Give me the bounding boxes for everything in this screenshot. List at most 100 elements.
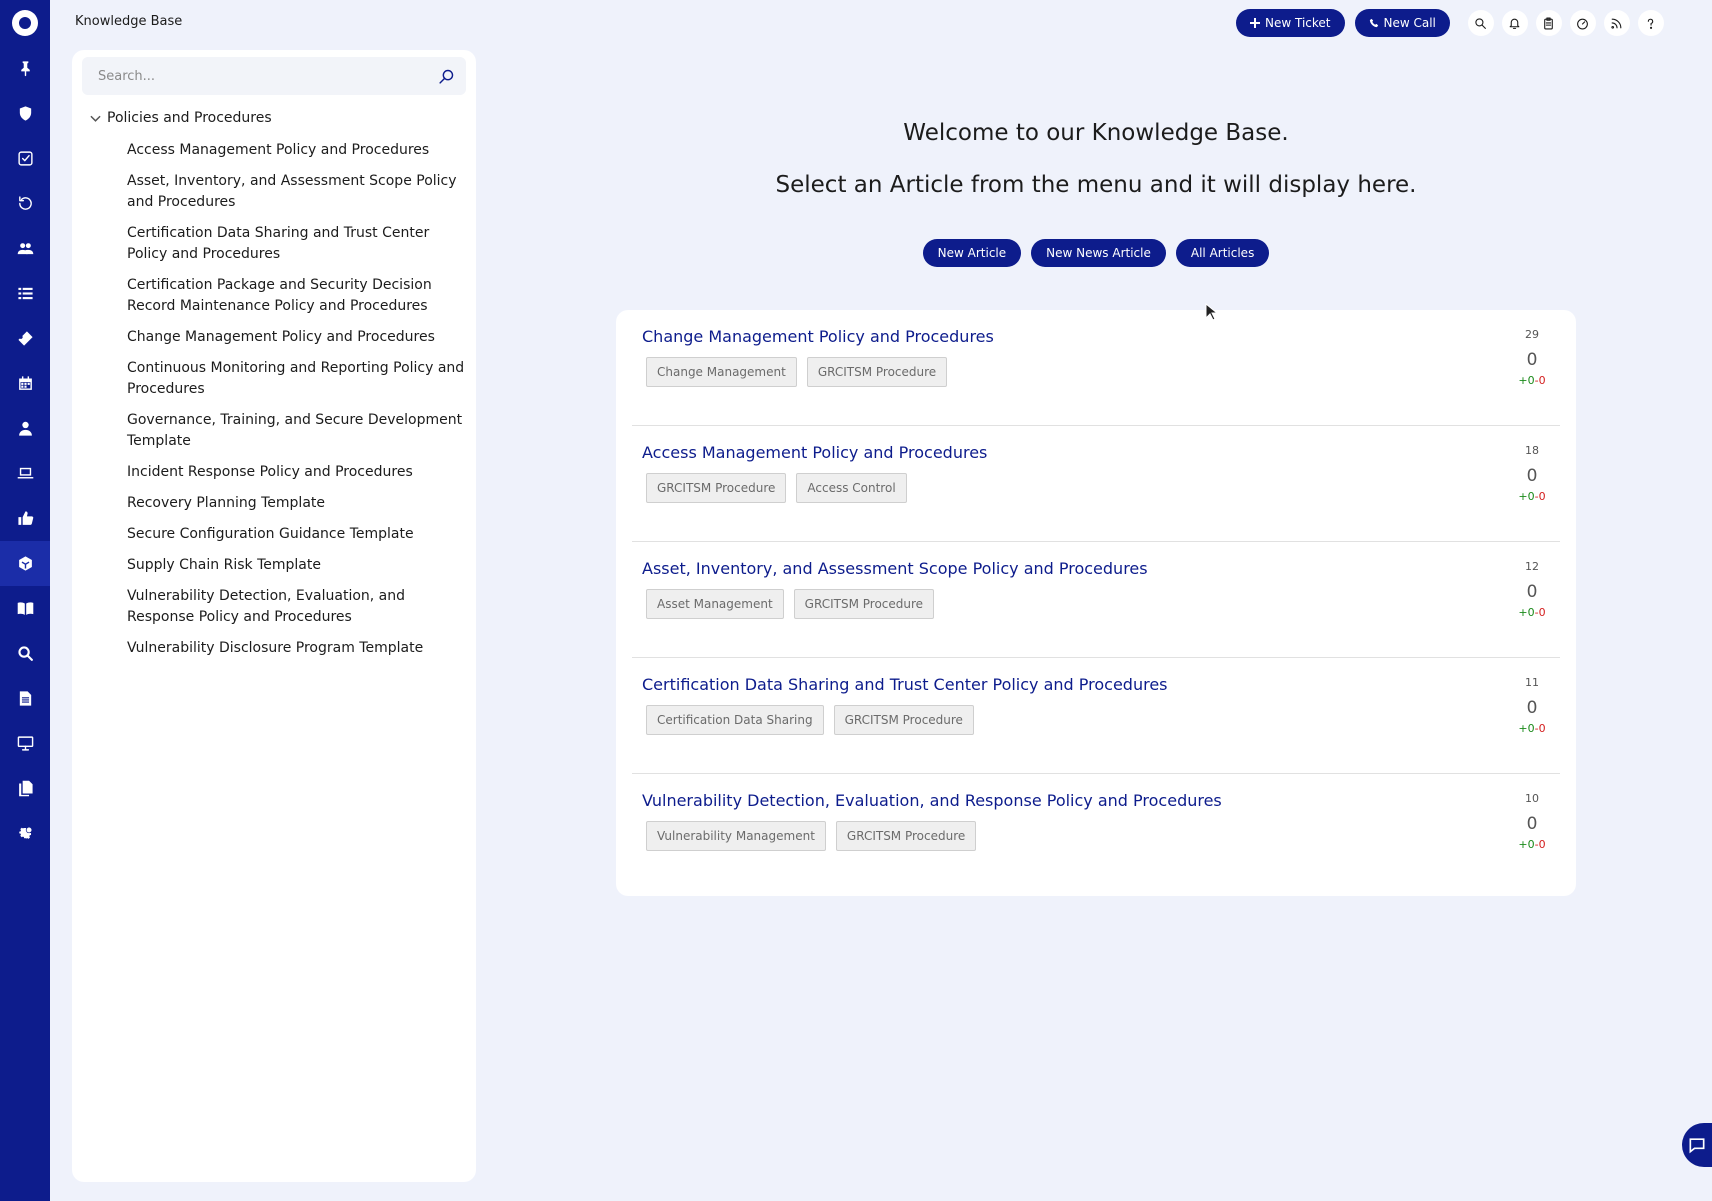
rail-item-calendar[interactable] (0, 361, 50, 406)
popular-articles-list: Change Management Policy and Procedures … (616, 310, 1576, 896)
chat-icon (1689, 1138, 1705, 1154)
article-tag[interactable]: Asset Management (646, 589, 784, 619)
article-row: Access Management Policy and Procedures … (632, 426, 1560, 542)
rail-item-monitor[interactable] (0, 721, 50, 766)
article-actions: New Article New News Article All Article… (616, 239, 1576, 267)
article-stats: 29 0 +0-0 (1512, 328, 1552, 387)
instruction-heading: Select an Article from the menu and it w… (775, 172, 1417, 198)
thumbs-up-icon (17, 511, 33, 525)
article-tag[interactable]: GRCITSM Procedure (806, 357, 948, 387)
checkbox-icon (17, 151, 33, 166)
article-score: 0 (1526, 698, 1538, 718)
article-view-count: 12 (1525, 560, 1539, 573)
article-votes: +0-0 (1512, 606, 1552, 619)
tree-article-item[interactable]: Certification Package and Security Decis… (127, 275, 472, 317)
article-tag[interactable]: Change Management (646, 357, 797, 387)
tree-search-input[interactable] (82, 57, 426, 95)
new-call-button[interactable]: New Call (1354, 9, 1450, 37)
article-downvotes: 0 (1538, 722, 1546, 735)
rail-item-settings[interactable] (0, 811, 50, 856)
chat-launcher-button[interactable] (1682, 1123, 1712, 1167)
all-articles-button[interactable]: All Articles (1175, 239, 1270, 267)
tree-article-item[interactable]: Asset, Inventory, and Assessment Scope P… (127, 171, 472, 213)
rail-item-history[interactable] (0, 181, 50, 226)
article-upvotes: +0 (1518, 374, 1535, 387)
help-button[interactable] (1637, 10, 1664, 36)
article-tag[interactable]: Certification Data Sharing (646, 705, 824, 735)
rail-item-list[interactable] (0, 271, 50, 316)
rail-item-tickets[interactable] (0, 316, 50, 361)
tree-article-item[interactable]: Secure Configuration Guidance Template (127, 524, 472, 545)
list-icon (17, 287, 33, 300)
rail-item-search[interactable] (0, 631, 50, 676)
rail-item-pin[interactable] (0, 46, 50, 91)
settings-icon (18, 826, 32, 839)
page-title: Knowledge Base (75, 14, 183, 29)
article-tag[interactable]: GRCITSM Procedure (833, 705, 974, 735)
monitor-icon (17, 736, 33, 751)
article-tag[interactable]: GRCITSM Procedure (793, 589, 935, 619)
article-tag[interactable]: Vulnerability Management (646, 821, 826, 851)
plus-icon (1250, 18, 1260, 28)
tree-article-item[interactable]: Recovery Planning Template (127, 493, 472, 514)
article-downvotes: 0 (1538, 374, 1546, 387)
app-logo[interactable] (0, 0, 50, 46)
knowledge-base-icon (18, 556, 32, 571)
rail-item-library[interactable] (0, 586, 50, 631)
tree-article-item[interactable]: Change Management Policy and Procedures (127, 327, 472, 348)
new-news-article-button[interactable]: New News Article (1031, 239, 1166, 267)
help-icon (1648, 18, 1654, 29)
rail-item-tasks[interactable] (0, 136, 50, 181)
pin-icon (20, 61, 30, 77)
article-title-link[interactable]: Asset, Inventory, and Assessment Scope P… (642, 559, 1148, 578)
clipboard-button[interactable] (1535, 10, 1562, 36)
person-icon (18, 421, 32, 436)
article-stats: 10 0 +0-0 (1512, 792, 1552, 851)
article-upvotes: +0 (1518, 722, 1535, 735)
article-downvotes: 0 (1538, 606, 1546, 619)
tree-search (82, 57, 466, 95)
rail-item-person[interactable] (0, 406, 50, 451)
article-tags: Change Management GRCITSM Procedure (646, 357, 948, 387)
calendar-icon (18, 376, 32, 390)
tree-folder-label: Policies and Procedures (107, 110, 272, 126)
new-ticket-button[interactable]: New Ticket (1236, 9, 1345, 37)
article-tag[interactable]: GRCITSM Procedure (835, 821, 977, 851)
top-search-button[interactable] (1467, 10, 1494, 36)
article-stats: 12 0 +0-0 (1512, 560, 1552, 619)
tree-article-item[interactable]: Vulnerability Detection, Evaluation, and… (127, 586, 472, 628)
rail-item-feedback[interactable] (0, 496, 50, 541)
rail-item-users[interactable] (0, 226, 50, 271)
tree-article-item[interactable]: Supply Chain Risk Template (127, 555, 472, 576)
new-article-button[interactable]: New Article (922, 239, 1022, 267)
article-title-link[interactable]: Change Management Policy and Procedures (642, 327, 994, 346)
rss-button[interactable] (1603, 10, 1630, 36)
welcome-heading: Welcome to our Knowledge Base. (903, 120, 1289, 146)
rail-item-knowledge-base[interactable] (0, 541, 50, 586)
article-tags: Certification Data Sharing GRCITSM Proce… (646, 705, 974, 735)
notifications-button[interactable] (1501, 10, 1528, 36)
tree-article-item[interactable]: Incident Response Policy and Procedures (127, 462, 472, 483)
tree-search-button[interactable] (426, 57, 466, 95)
dashboard-button[interactable] (1569, 10, 1596, 36)
rail-item-devices[interactable] (0, 451, 50, 496)
tree-folder-policies[interactable]: Policies and Procedures (90, 110, 272, 126)
rail-item-documents[interactable] (0, 676, 50, 721)
document-icon (19, 691, 31, 706)
article-title-link[interactable]: Certification Data Sharing and Trust Cen… (642, 675, 1168, 694)
rail-item-files[interactable] (0, 766, 50, 811)
tree-article-item[interactable]: Continuous Monitoring and Reporting Poli… (127, 358, 472, 400)
article-tag[interactable]: Access Control (796, 473, 907, 503)
rail-item-security[interactable] (0, 91, 50, 136)
article-title-link[interactable]: Vulnerability Detection, Evaluation, and… (642, 791, 1222, 810)
shield-icon (19, 106, 31, 121)
article-stats: 18 0 +0-0 (1512, 444, 1552, 503)
tree-article-item[interactable]: Governance, Training, and Secure Develop… (127, 410, 472, 452)
tree-article-item[interactable]: Access Management Policy and Procedures (127, 140, 472, 161)
article-tag[interactable]: GRCITSM Procedure (646, 473, 787, 503)
article-title-link[interactable]: Access Management Policy and Procedures (642, 443, 987, 462)
article-upvotes: +0 (1518, 606, 1535, 619)
tree-article-item[interactable]: Vulnerability Disclosure Program Templat… (127, 638, 472, 659)
search-icon (438, 69, 453, 84)
tree-article-item[interactable]: Certification Data Sharing and Trust Cen… (127, 223, 472, 265)
